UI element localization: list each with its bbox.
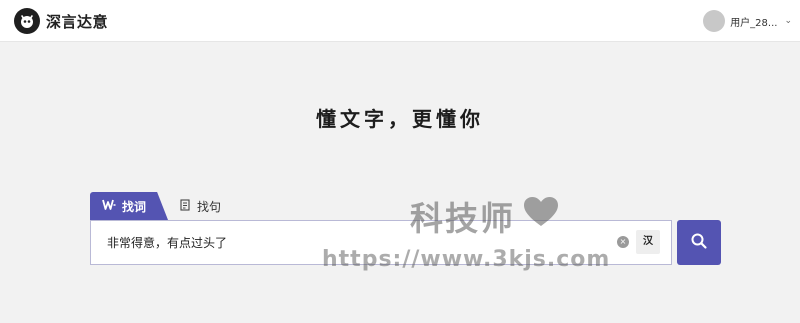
chevron-down-icon[interactable]: ⌄ [784, 16, 792, 26]
han-button[interactable]: 汉 [636, 230, 660, 254]
watermark-title-text: 科技师 [410, 199, 515, 238]
search-tabs: 找词 找句 [90, 192, 233, 220]
user-name: 用户_28... [730, 17, 778, 29]
watermark-url: https://www.3kjs.com [322, 247, 611, 272]
search-button[interactable] [677, 220, 721, 265]
logo[interactable]: 深言达意 [14, 8, 108, 34]
doc-icon [180, 198, 191, 214]
top-header: 深言达意 用户_28... ⌄ [0, 0, 800, 42]
tab-find-sentence[interactable]: 找句 [168, 192, 233, 220]
avatar[interactable] [703, 10, 726, 32]
tab-label: 找词 [122, 199, 147, 214]
search-icon [690, 232, 708, 254]
watermark-title: 科技师 [410, 192, 559, 240]
clear-icon[interactable]: × [617, 236, 629, 248]
user-menu[interactable]: 用户_28... ⌄ [703, 10, 792, 32]
brand-name: 深言达意 [46, 12, 109, 31]
heart-icon [523, 196, 559, 236]
logo-icon [14, 8, 40, 34]
tab-label: 找句 [197, 199, 222, 214]
w-icon [102, 199, 116, 213]
page-slogan: 懂文字，更懂你 [316, 107, 484, 131]
tab-find-word[interactable]: 找词 [90, 192, 169, 220]
